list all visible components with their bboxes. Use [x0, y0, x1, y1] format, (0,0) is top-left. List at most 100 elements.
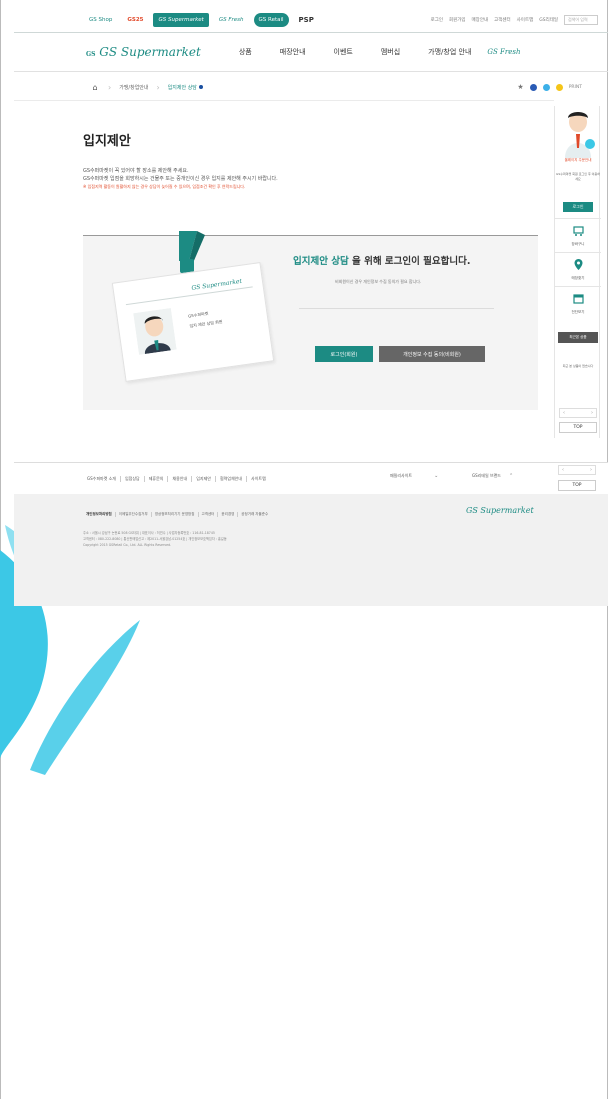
policy-link[interactable]: 이메일무단수집거부: [116, 512, 152, 517]
print-button[interactable]: PRINT: [569, 85, 582, 90]
map-pin-icon: [574, 259, 582, 270]
nav-item-products[interactable]: 상품: [225, 47, 266, 57]
top-utility-bar: GS Shop GS25 GS Supermarket GS Fresh GS …: [14, 8, 608, 32]
star-icon[interactable]: ★: [517, 83, 523, 91]
login-required-box: GS Supermarket GS수퍼마켓 입지 제안 상담 회원 입지제안 상…: [83, 231, 538, 410]
brand-link-retail[interactable]: GS Retail: [253, 13, 289, 27]
family-site-select[interactable]: 패밀리사이트 ⌄: [390, 473, 438, 479]
footer-link[interactable]: 입지제안: [192, 475, 216, 482]
breadcrumb-item-franchise[interactable]: 가맹/창업안내: [119, 84, 148, 91]
calendar-icon: [572, 294, 584, 304]
breadcrumb: ⌂ › 가맹/창업안내 › 입지제안 상담 ★ PRINT: [14, 76, 608, 98]
nav-item-franchise[interactable]: 가맹/창업 안내: [414, 47, 485, 57]
header-divider: [14, 71, 608, 72]
util-login-link[interactable]: 로그인: [431, 17, 443, 23]
intro-text: GS수퍼마켓이 꼭 있어야 할 장소를 제안해 주세요. GS수퍼마켓 입점을 …: [83, 167, 503, 191]
footer-policy-links: 개인정보처리방침 이메일무단수집거부 영상정보처리기기 운영방침 고객센터 윤리…: [83, 512, 271, 517]
quick-item-cart[interactable]: 장바구니: [555, 218, 601, 252]
quick-item-store-finder[interactable]: 매장찾기: [555, 252, 601, 286]
policy-link[interactable]: 윤리경영: [218, 512, 239, 517]
quick-item-label: 전단보기: [571, 310, 585, 314]
footer-logo: GS Supermarket: [466, 506, 534, 515]
utility-links: 로그인 회원가입 매장안내 고객센터 사이트맵 GS리테일 검색어 입력: [431, 15, 608, 25]
brand-link-psp[interactable]: PSP: [294, 13, 319, 27]
nav-item-stores[interactable]: 매장안내: [266, 47, 320, 57]
nonmember-consent-button[interactable]: 개인정보 수집 동의(비회원): [379, 346, 485, 362]
policy-link[interactable]: 영상정보처리기기 운영방침: [152, 512, 199, 517]
cart-icon: [572, 226, 584, 236]
logo-text: GS Supermarket: [99, 45, 201, 59]
footer-links: GS수퍼마켓 소개 입점상담 제휴문의 채용안내 입지제안 협력업체안내 사이트…: [83, 475, 270, 482]
quick-menu: 올레이지 주문안내 GS수퍼마켓 회원 로그인 후 이용하세요 로그인 장바구니…: [554, 106, 601, 438]
avatar-icon: [133, 307, 177, 355]
logo-gs: GS: [86, 51, 96, 58]
top-divider: [14, 32, 608, 33]
company-info: 주소 : 서울시 강남구 논현로 508 GS타워 | 대표이사 : 허연수 |…: [83, 530, 227, 548]
id-card-illustration: GS Supermarket GS수퍼마켓 입지 제안 상담 회원: [111, 262, 275, 382]
brand-link-gs25[interactable]: GS25: [122, 13, 148, 27]
util-store-link[interactable]: 매장안내: [472, 17, 489, 23]
footer-link[interactable]: 협력업체안내: [216, 475, 248, 482]
chevron-right-icon[interactable]: ›: [590, 467, 592, 473]
footer-scroll-top-button[interactable]: TOP: [558, 480, 596, 491]
copyright: Copyright 2015 GSRetail Co., Ltd. ALL Ri…: [83, 543, 172, 547]
breadcrumb-item-current: 입지제안 상담: [167, 84, 197, 91]
main-nav: 상품 매장안내 이벤트 멤버십 가맹/창업 안내: [225, 47, 486, 57]
recent-products-note: 최근 본 상품이 없습니다: [562, 364, 594, 368]
recent-products-header: 최근본 상품: [558, 332, 598, 343]
login-divider: [299, 308, 494, 309]
quick-item-label: 매장찾기: [571, 276, 585, 280]
quick-item-label: 장바구니: [571, 242, 585, 246]
util-join-link[interactable]: 회원가입: [449, 17, 466, 23]
util-cs-link[interactable]: 고객센터: [494, 17, 511, 23]
footer-link[interactable]: GS수퍼마켓 소개: [83, 475, 121, 482]
policy-link[interactable]: 개인정보처리방침: [83, 512, 116, 517]
chevron-left-icon[interactable]: ‹: [562, 467, 564, 473]
page-title: 입지제안: [83, 134, 131, 149]
login-heading-highlight: 입지제안 상담: [293, 256, 349, 267]
footer-link[interactable]: 채용안내: [168, 475, 193, 482]
chevron-right-icon: ›: [156, 82, 160, 92]
search-input[interactable]: 검색어 입력: [564, 15, 598, 25]
kakao-icon[interactable]: [555, 83, 563, 91]
intro-line-2: GS수퍼마켓 입점을 희망하시는 건물주 또는 중개인이신 경우 입지를 제안해…: [83, 176, 278, 182]
family-site-label: 패밀리사이트: [390, 473, 413, 478]
login-heading-rest: 을 위해 로그인이 필요합니다.: [348, 256, 471, 267]
login-button[interactable]: 로그인(회원): [315, 346, 373, 362]
twitter-icon[interactable]: [542, 83, 550, 91]
footer-link[interactable]: 제휴문의: [145, 475, 169, 482]
quick-login-button[interactable]: 로그인: [563, 202, 593, 212]
footer-pager: ‹ ›: [558, 465, 596, 475]
chevron-right-icon[interactable]: ›: [591, 410, 593, 416]
policy-link[interactable]: 고객센터: [199, 512, 219, 517]
page-tools: ★ PRINT: [517, 83, 582, 91]
site-logo[interactable]: GS GS Supermarket: [86, 45, 201, 59]
main-header: GS GS Supermarket 상품 매장안내 이벤트 멤버십 가맹/창업 …: [14, 34, 608, 70]
breadcrumb-divider: [14, 100, 554, 101]
footer-link[interactable]: 입점상담: [121, 475, 145, 482]
util-sitemap-link[interactable]: 사이트맵: [517, 17, 534, 23]
brand-link-fresh[interactable]: GS Fresh: [214, 13, 249, 27]
brand-site-select[interactable]: GS리테일 브랜드 ⌃: [472, 473, 513, 479]
quick-caption: 올레이지 주문안내: [564, 158, 592, 162]
nav-item-events[interactable]: 이벤트: [320, 47, 367, 57]
brand-link-gsshop[interactable]: GS Shop: [84, 13, 117, 27]
brand-site-label: GS리테일 브랜드: [472, 473, 501, 478]
policy-link[interactable]: 공정거래 자율준수: [238, 512, 271, 517]
footer: 개인정보처리방침 이메일무단수집거부 영상정보처리기기 운영방침 고객센터 윤리…: [14, 494, 608, 606]
dropdown-dot-icon[interactable]: [198, 85, 203, 89]
facebook-icon[interactable]: [529, 83, 537, 91]
scroll-top-button[interactable]: TOP: [559, 422, 597, 433]
nav-fresh-logo[interactable]: GS Fresh: [487, 48, 520, 56]
chevron-left-icon[interactable]: ‹: [563, 410, 565, 416]
brand-link-supermarket[interactable]: GS Supermarket: [153, 13, 209, 27]
home-icon[interactable]: ⌂: [90, 82, 100, 92]
chevron-down-icon: ⌄: [434, 473, 439, 479]
nav-item-membership[interactable]: 멤버십: [367, 47, 414, 57]
util-retail-link[interactable]: GS리테일: [539, 17, 558, 23]
intro-warning: ※ 입점지역 활동이 원활하지 않는 경우 상담이 늦어질 수 있으며, 입점조…: [83, 184, 246, 189]
chevron-right-icon: ›: [108, 82, 112, 92]
mascot-icon: [565, 112, 595, 158]
footer-link[interactable]: 사이트맵: [247, 476, 270, 482]
quick-item-flyer[interactable]: 전단보기: [555, 286, 601, 320]
